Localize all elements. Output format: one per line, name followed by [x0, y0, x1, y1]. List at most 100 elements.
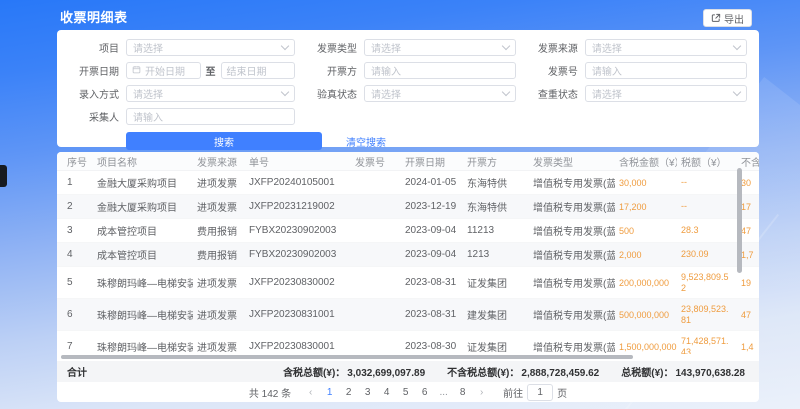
table-cell: JXFP20231219002	[245, 195, 351, 219]
table-cell: 2023-09-04	[401, 243, 463, 267]
table-cell: 东海特供	[463, 171, 529, 195]
date-start-input[interactable]: 开始日期	[126, 62, 201, 79]
table-cell: 1	[57, 171, 93, 195]
table-cell: 71,428,571.43	[677, 331, 737, 355]
table-row: 1金融大厦采购项目进项发票JXFP202401050012024-01-05东海…	[57, 171, 759, 195]
filter-label: 查重状态	[516, 86, 578, 101]
table-cell: 进项发票	[193, 299, 245, 331]
filter-select[interactable]: 请选择	[364, 85, 516, 102]
page-button[interactable]: 2	[341, 385, 356, 400]
page-unit-label: 页	[557, 385, 567, 400]
next-page-button[interactable]: ›	[474, 385, 489, 400]
table-cell: JXFP20230830001	[245, 331, 351, 355]
search-button[interactable]: 搜索	[126, 132, 322, 150]
page-button[interactable]: 6	[417, 385, 432, 400]
table-cell: 进项发票	[193, 171, 245, 195]
filter-select[interactable]: 请选择	[585, 39, 747, 56]
table-cell: 增值税专用发票(蓝)	[529, 243, 615, 267]
table-cell: 1,4	[737, 331, 759, 355]
filter-select[interactable]: 请选择	[364, 39, 516, 56]
table-cell: 珠穆朗玛峰—电梯安装	[93, 267, 193, 299]
filter-column: 项目请选择开票日期开始日期至结束日期录入方式请选择采集人请输入	[57, 39, 295, 131]
table-cell: JXFP20230831001	[245, 299, 351, 331]
table-cell: 成本管控项目	[93, 243, 193, 267]
table-cell: 增值税专用发票(蓝)	[529, 299, 615, 331]
page-button[interactable]: 8	[455, 385, 470, 400]
filter-label: 发票号	[516, 63, 578, 78]
date-end-input[interactable]: 结束日期	[221, 62, 296, 79]
chevron-down-icon	[733, 88, 741, 96]
date-range-separator: 至	[206, 63, 216, 78]
chevron-down-icon	[281, 88, 289, 96]
summary-total-tax: 总税额(¥)：143,970,638.28	[621, 364, 745, 379]
table-cell: 费用报销	[193, 219, 245, 243]
export-icon	[711, 13, 721, 23]
filter-input[interactable]: 请输入	[126, 108, 295, 125]
date-end-placeholder: 结束日期	[227, 63, 267, 78]
filter-column: 发票类型请选择开票方请输入验真状态请选择	[295, 39, 516, 131]
table-cell: 3	[57, 219, 93, 243]
table-cell: 珠穆朗玛峰—电梯安装	[93, 331, 193, 355]
page-button[interactable]: 4	[379, 385, 394, 400]
filter-label: 开票日期	[57, 63, 119, 78]
table-row: 6珠穆朗玛峰—电梯安装进项发票JXFP202308310012023-08-31…	[57, 299, 759, 331]
filter-select[interactable]: 请选择	[126, 39, 295, 56]
column-header: 项目名称	[93, 152, 193, 171]
table-row: 5珠穆朗玛峰—电梯安装进项发票JXFP202308300022023-08-31…	[57, 267, 759, 299]
table-cell: 东海特供	[463, 195, 529, 219]
filter-field: 开票日期开始日期至结束日期	[57, 62, 295, 79]
table-cell: 7	[57, 331, 93, 355]
table-cell	[351, 299, 401, 331]
table-cell	[351, 195, 401, 219]
filter-select[interactable]: 请选择	[585, 85, 747, 102]
prev-page-button[interactable]: ‹	[303, 385, 318, 400]
clear-search-link[interactable]: 清空搜索	[346, 134, 386, 149]
summary-amount-excl-tax: 不含税总额(¥)：2,888,728,459.62	[447, 364, 599, 379]
horizontal-scrollbar[interactable]	[61, 355, 633, 359]
drawer-handle[interactable]	[0, 165, 7, 187]
table-cell: 2023-12-19	[401, 195, 463, 219]
page-button[interactable]: 3	[360, 385, 375, 400]
invoice-table: 序号项目名称发票来源单号发票号开票日期开票方发票类型含税金额（¥）税额（¥）不含…	[57, 152, 759, 354]
goto-page: 前往 页	[503, 384, 567, 401]
column-header: 发票来源	[193, 152, 245, 171]
filter-field: 采集人请输入	[57, 108, 295, 125]
table-cell: 500	[615, 219, 677, 243]
table-cell: 进项发票	[193, 267, 245, 299]
table-row: 3成本管控项目费用报销FYBX202309020032023-09-041121…	[57, 219, 759, 243]
export-label: 导出	[724, 11, 744, 26]
date-range-picker: 开始日期至结束日期	[126, 62, 295, 79]
filter-grid: 项目请选择开票日期开始日期至结束日期录入方式请选择采集人请输入发票类型请选择开票…	[57, 39, 747, 131]
filter-input[interactable]: 请输入	[585, 62, 747, 79]
column-header: 发票号	[351, 152, 401, 171]
column-header: 发票类型	[529, 152, 615, 171]
filter-select[interactable]: 请选择	[126, 85, 295, 102]
filter-label: 验真状态	[295, 86, 357, 101]
table-cell: 6	[57, 299, 93, 331]
table-cell: 2023-08-31	[401, 299, 463, 331]
vertical-scrollbar[interactable]	[737, 168, 742, 273]
page-button[interactable]: 1	[322, 385, 337, 400]
table-cell: 11213	[463, 219, 529, 243]
column-header: 含税金额（¥）	[615, 152, 677, 171]
filter-panel: 项目请选择开票日期开始日期至结束日期录入方式请选择采集人请输入发票类型请选择开票…	[57, 30, 759, 147]
goto-page-input[interactable]	[527, 384, 553, 401]
table-cell: 金融大厦采购项目	[93, 195, 193, 219]
table-cell: 2023-08-30	[401, 331, 463, 355]
select-placeholder: 请选择	[371, 40, 503, 55]
chevron-down-icon	[281, 42, 289, 50]
table-header-row: 序号项目名称发票来源单号发票号开票日期开票方发票类型含税金额（¥）税额（¥）不含…	[57, 152, 759, 171]
export-button[interactable]: 导出	[703, 9, 752, 27]
table-cell: 5	[57, 267, 93, 299]
table-cell: 500,000,000	[615, 299, 677, 331]
select-placeholder: 请选择	[371, 86, 503, 101]
table-viewport: 序号项目名称发票来源单号发票号开票日期开票方发票类型含税金额（¥）税额（¥）不含…	[57, 152, 759, 354]
filter-input[interactable]: 请输入	[364, 62, 516, 79]
pagination-total: 共 142 条	[249, 385, 291, 400]
table-cell: 证发集团	[463, 331, 529, 355]
input-placeholder: 请输入	[133, 109, 288, 124]
summary-row: 合计 含税总额(¥)：3,032,699,097.89 不含税总额(¥)：2,8…	[57, 361, 759, 382]
table-cell: 2024-01-05	[401, 171, 463, 195]
page-button[interactable]: 5	[398, 385, 413, 400]
table-cell: 增值税专用发票(蓝)	[529, 171, 615, 195]
